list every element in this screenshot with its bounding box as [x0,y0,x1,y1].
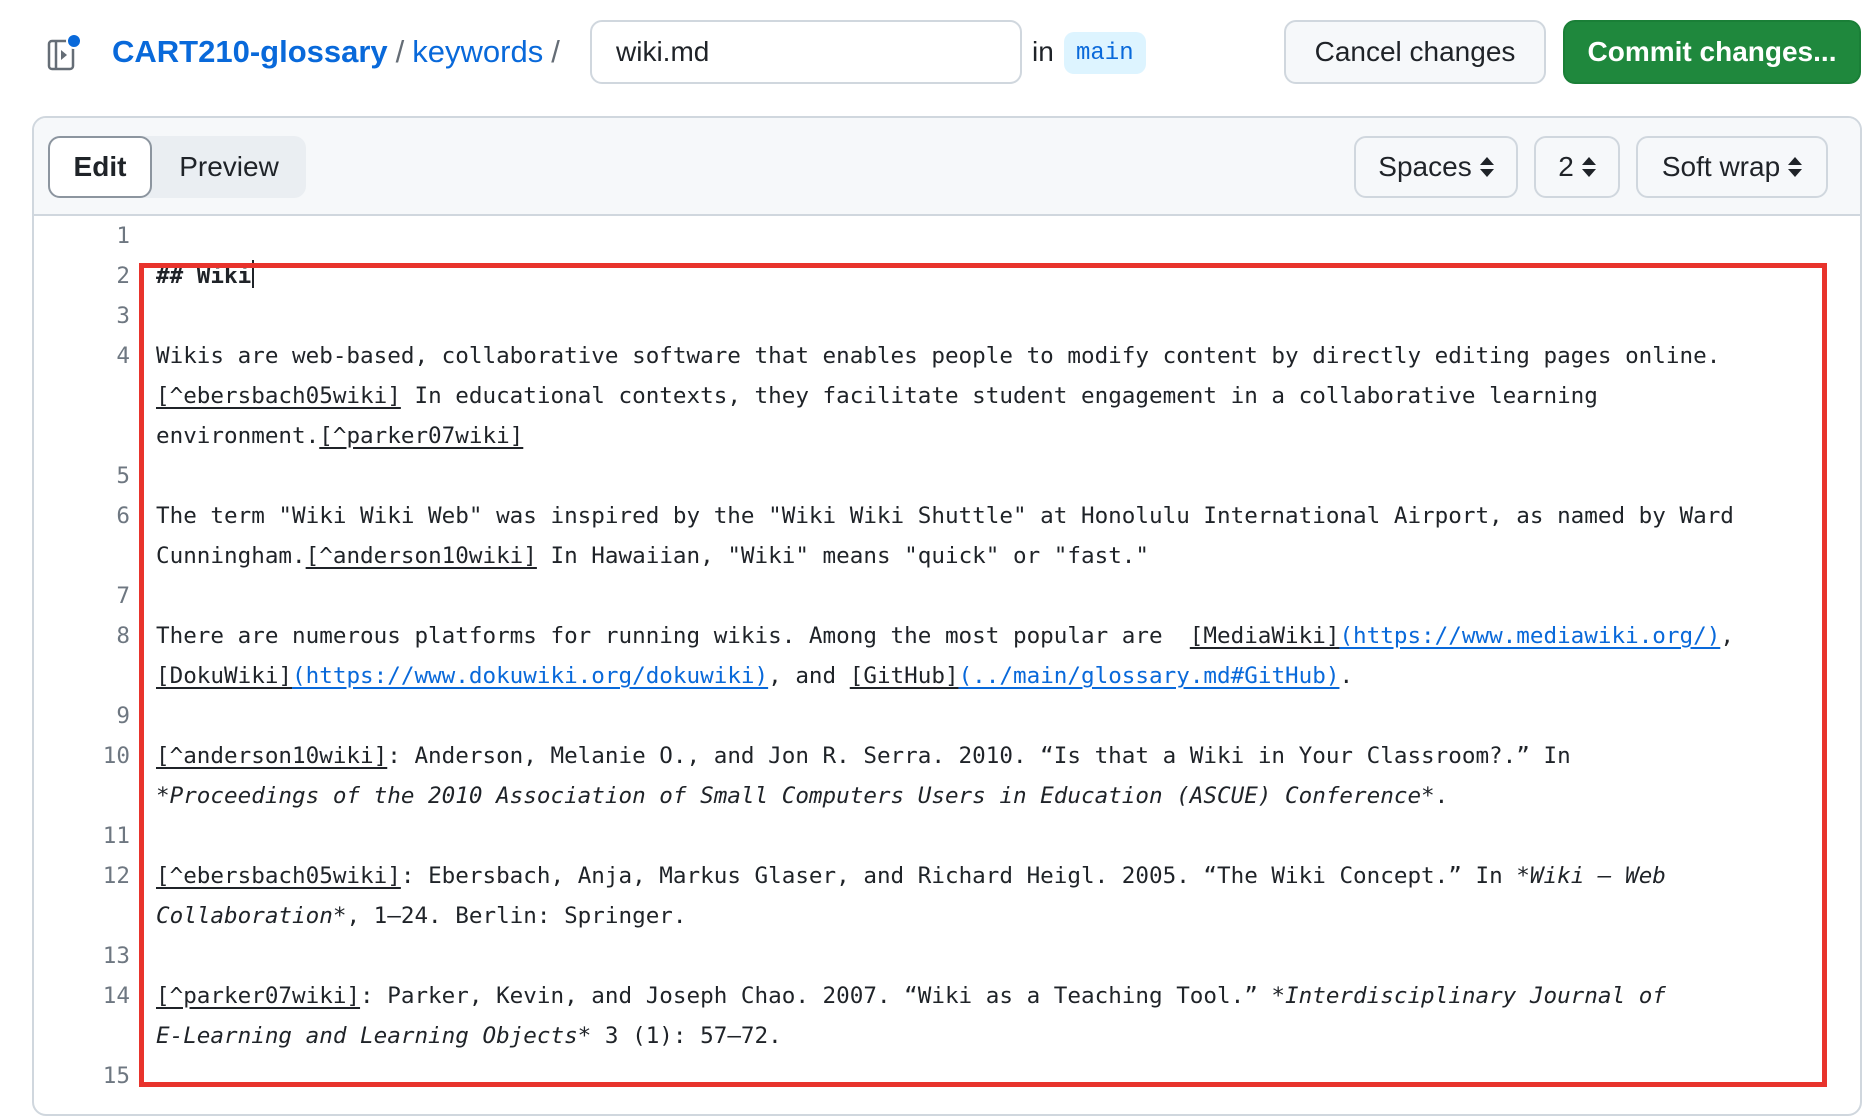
code-line: Collaboration*, 1–24. Berlin: Springer. [156,896,687,936]
line-number: 7 [116,583,130,609]
code-line: [^ebersbach05wiki]: Ebersbach, Anja, Mar… [156,856,1666,896]
filename-input[interactable] [590,20,1022,84]
line-number: 4 [116,343,130,369]
code-line: Cunningham.[^anderson10wiki] In Hawaiian… [156,536,1149,576]
select-arrows-icon [1581,156,1596,178]
line-number: 9 [116,703,130,729]
footnote-ref: [^parker07wiki] [156,983,361,1009]
italic-text: *Interdisciplinary Journal of [1271,983,1666,1009]
indent-size-select[interactable]: 2 [1534,136,1620,198]
line-number: 1 [116,223,130,249]
line-text: . [1339,663,1354,689]
line-number: 10 [102,743,130,769]
branch-badge[interactable]: main [1064,32,1146,74]
footnote-ref: [^anderson10wiki] [156,743,388,769]
in-label: in [1032,36,1054,67]
link-url[interactable]: (https://www.dokuwiki.org/dokuwiki) [292,663,768,689]
line-number: 14 [102,983,130,1009]
code-line: [^ebersbach05wiki] In educational contex… [156,376,1598,416]
breadcrumb-repo-link[interactable]: CART210-glossary [112,34,388,70]
editor-toolbar: Edit Preview Spaces 2 Soft wrap [34,118,1860,216]
heading-text: ## Wiki [156,263,252,289]
code-line: The term "Wiki Wiki Web" was inspired by… [156,503,1734,529]
line-number: 5 [116,463,130,489]
code-line: [^anderson10wiki]: Anderson, Melanie O.,… [156,736,1571,776]
code-line: Wikis are web-based, collaborative softw… [156,343,1721,369]
line-text: In educational contexts, they facilitate… [400,383,1598,409]
code-line: environment.[^parker07wiki] [156,416,523,456]
line-number: 3 [116,303,130,329]
select-arrows-icon [1788,156,1803,178]
line-text: : Parker, Kevin, and Joseph Chao. 2007. … [360,983,1272,1009]
edit-preview-tabs: Edit Preview [48,136,306,198]
line-text: , [1720,623,1734,649]
file-editor-icon[interactable] [47,33,82,71]
code-line: There are numerous platforms for running… [156,616,1734,656]
breadcrumb-folder-link[interactable]: keywords [412,34,543,70]
code-line: [^parker07wiki]: Parker, Kevin, and Jose… [156,976,1666,1016]
line-number: 11 [102,823,130,849]
select-arrows-icon [1479,156,1494,178]
line-text: : Anderson, Melanie O., and Jon R. Serra… [387,743,1571,769]
line-number: 6 [116,503,130,529]
line-number: 2 [116,263,130,289]
link-label: [MediaWiki] [1189,623,1340,649]
line-number: 13 [102,943,130,969]
cancel-changes-button[interactable]: Cancel changes [1284,20,1546,84]
footnote-ref: [^ebersbach05wiki] [156,383,401,409]
breadcrumb-separator: / [395,34,405,69]
breadcrumb: CART210-glossary / keywords / [112,32,568,72]
link-url[interactable]: (https://www.mediawiki.org/) [1339,623,1720,649]
code-line: *Proceedings of the 2010 Association of … [156,776,1448,816]
line-number: 15 [102,1063,130,1089]
line-text: , 1–24. Berlin: Springer. [346,903,687,929]
commit-changes-button[interactable]: Commit changes... [1563,20,1861,84]
code-line: [DokuWiki](https://www.dokuwiki.org/doku… [156,656,1353,696]
tab-preview[interactable]: Preview [152,136,306,198]
line-text: There are numerous platforms for running… [156,623,1190,649]
italic-text: E-Learning and Learning Objects* [156,1023,592,1049]
link-url[interactable]: (../main/glossary.md#GitHub) [959,663,1340,689]
code-line: ## Wiki [156,256,255,296]
footnote-ref: [^parker07wiki] [319,423,524,449]
footnote-ref: [^ebersbach05wiki] [156,863,401,889]
line-text: : Ebersbach, Anja, Markus Glaser, and Ri… [400,863,1517,889]
text-cursor [252,260,255,288]
line-number: 8 [116,623,130,649]
file-header: CART210-glossary / keywords / in main Ca… [0,0,1865,100]
line-number: 12 [102,863,130,889]
link-label: [GitHub] [849,663,959,689]
indent-size-value: 2 [1558,151,1574,182]
italic-text: *Wiki – Web [1516,863,1666,889]
editor-panel: Edit Preview Spaces 2 Soft wrap 1 2 3 4 … [32,116,1862,1116]
line-text: . [1434,783,1449,809]
line-text: , and [768,663,850,689]
breadcrumb-separator: / [551,34,560,69]
code-line: E-Learning and Learning Objects* 3 (1): … [156,1016,782,1056]
line-text: In Hawaiian, "Wiki" means "quick" or "fa… [536,543,1150,569]
italic-text: *Proceedings of the 2010 Association of … [156,783,1435,809]
line-text: 3 (1): 57–72. [591,1023,782,1049]
indent-mode-value: Spaces [1378,151,1472,182]
link-label: [DokuWiki] [156,663,293,689]
footnote-ref: [^anderson10wiki] [305,543,537,569]
wrap-mode-value: Soft wrap [1661,151,1781,182]
italic-text: Collaboration* [156,903,347,929]
line-text: environment. [156,423,320,449]
line-text: Cunningham. [156,543,306,569]
indent-mode-select[interactable]: Spaces [1354,136,1518,198]
code-editor[interactable]: 1 2 3 4 5 6 7 8 9 10 11 12 13 14 15 ## W… [34,216,1860,1114]
tab-edit[interactable]: Edit [48,136,152,198]
wrap-mode-select[interactable]: Soft wrap [1636,136,1828,198]
